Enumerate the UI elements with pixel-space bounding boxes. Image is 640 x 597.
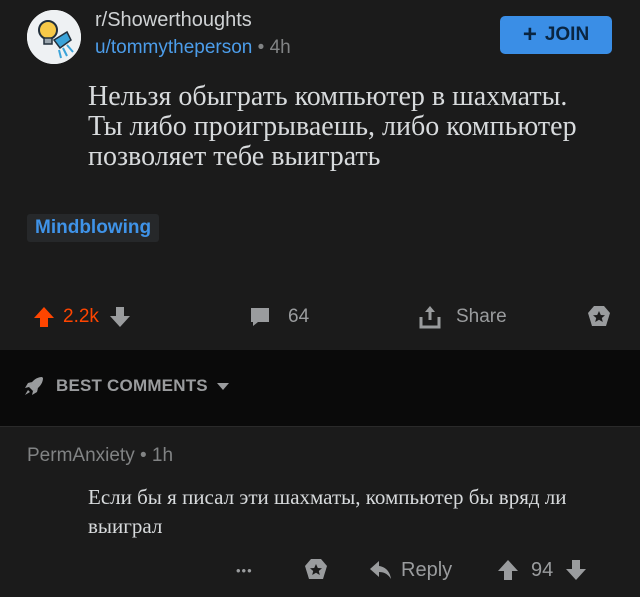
more-dots-icon[interactable]: ••• (236, 555, 253, 585)
comment-score: 94 (531, 558, 554, 581)
upvote-icon[interactable] (497, 558, 519, 582)
post-age: 4h (269, 37, 291, 58)
post-title[interactable]: Нельзя обыграть компьютер в шахматы. Ты … (88, 82, 588, 172)
upvote-icon[interactable] (33, 305, 55, 329)
comment-award-button[interactable] (303, 555, 329, 585)
reply-arrow-icon (370, 561, 391, 579)
reply-button[interactable]: Reply (369, 555, 452, 585)
post-score: 2.2k (63, 306, 99, 327)
comments-count: 64 (288, 306, 310, 327)
post-meta: u/tommytheperson • 4h (95, 37, 291, 59)
bulb-shower-avatar-icon (27, 10, 81, 64)
comment-bubble-icon (251, 308, 269, 326)
post-author[interactable]: u/tommytheperson (95, 37, 252, 58)
share-button[interactable]: Share (418, 300, 507, 334)
join-label: JOIN (544, 24, 590, 45)
meta-separator: • (257, 37, 265, 58)
comment-sort-selector[interactable]: BEST COMMENTS (22, 374, 230, 398)
post-card: r/Showerthoughts u/tommytheperson • 4h +… (0, 0, 640, 350)
downvote-icon[interactable] (565, 558, 587, 582)
comment-author[interactable]: PermAnxiety (27, 445, 135, 466)
award-icon (305, 559, 327, 579)
post-flair[interactable]: Mindblowing (27, 214, 160, 242)
share-label: Share (456, 306, 507, 327)
comment-vote-group: 94 (497, 555, 587, 585)
post-actions-bar: 2.2k 64 Share (0, 300, 640, 334)
subreddit-name[interactable]: r/Showerthoughts (95, 9, 252, 32)
rocket-icon (25, 377, 43, 395)
comment-age: 1h (151, 445, 174, 466)
award-button[interactable] (586, 300, 612, 334)
comment-text: Если бы я писал эти шахматы, компьютер б… (88, 485, 567, 538)
comment-sort-label: BEST COMMENTS (56, 376, 208, 395)
share-icon (419, 306, 441, 329)
vote-group: 2.2k (33, 300, 131, 334)
comment-meta: PermAnxiety • 1h (27, 445, 173, 467)
downvote-icon[interactable] (109, 305, 131, 329)
award-icon (588, 306, 610, 326)
plus-icon: + (522, 21, 537, 48)
comment-actions: ••• Reply 94 (0, 555, 640, 585)
subreddit-avatar[interactable] (27, 10, 81, 64)
join-button[interactable]: + JOIN (500, 16, 612, 54)
comments-button[interactable]: 64 (248, 300, 309, 334)
comment-meta-separator: • (139, 445, 147, 466)
caret-down-icon (216, 383, 229, 390)
comment: PermAnxiety • 1h Если бы я писал эти шах… (0, 426, 640, 597)
reply-label: Reply (401, 558, 453, 581)
